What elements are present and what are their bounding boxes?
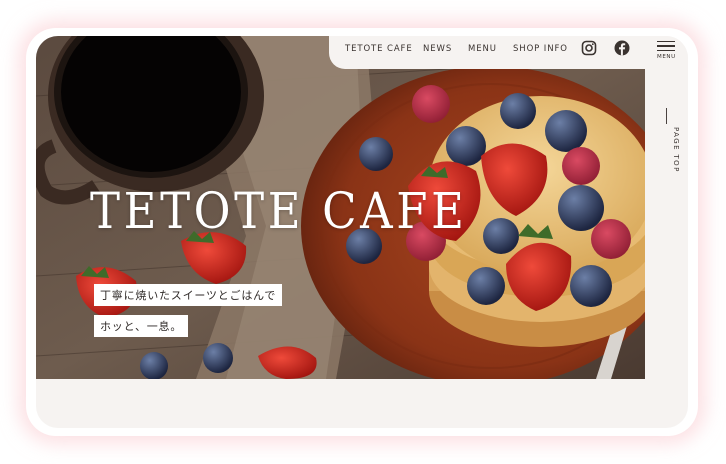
instagram-icon[interactable] <box>581 40 597 60</box>
nav-item-news[interactable]: NEWS <box>423 44 452 54</box>
hamburger-menu-button[interactable]: MENU <box>657 41 681 67</box>
site-card: TETOTE CAFE 丁寧に焼いたスイーツとごはんで ホッと、一息。 TETO… <box>36 36 688 428</box>
hero-title: TETOTE CAFE <box>90 182 468 240</box>
page-top-link[interactable]: PAGE TOP <box>672 127 680 173</box>
hero-tagline-1: 丁寧に焼いたスイーツとごはんで <box>94 284 283 306</box>
facebook-icon[interactable] <box>614 40 630 60</box>
hamburger-icon <box>657 41 681 52</box>
page-top-line <box>666 108 667 124</box>
nav-item-tetote-cafe[interactable]: TETOTE CAFE <box>345 44 413 54</box>
side-rail: PAGE TOP <box>645 69 688 379</box>
nav-item-menu[interactable]: MENU <box>468 44 497 54</box>
nav-item-shop-info[interactable]: SHOP INFO <box>513 44 568 54</box>
top-navigation: TETOTE CAFE NEWS MENU SHOP INFO MENU <box>329 36 688 69</box>
menu-button-label: MENU <box>657 54 676 61</box>
hero-tagline-2: ホッと、一息。 <box>94 315 189 337</box>
